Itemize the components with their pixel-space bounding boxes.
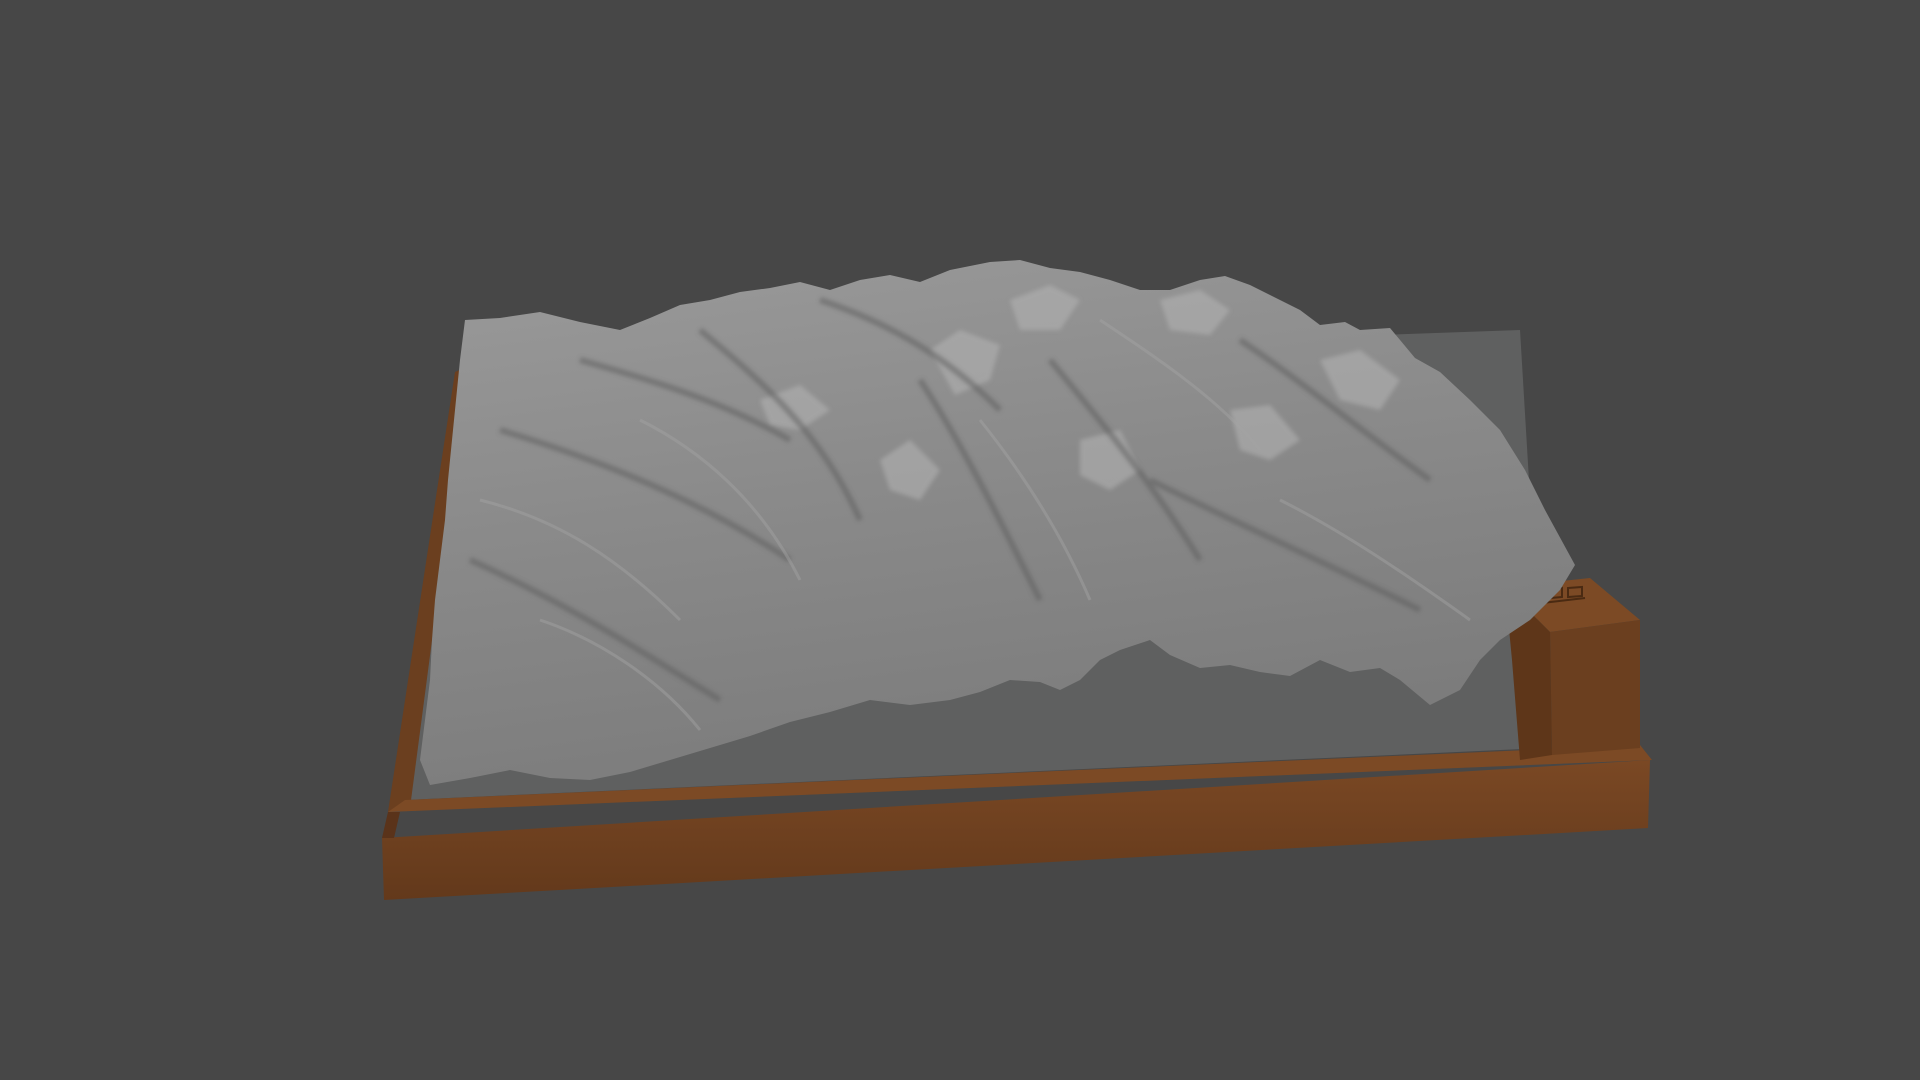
3d-viewport[interactable] — [0, 0, 1920, 1080]
frame-front-side — [382, 812, 400, 838]
terrain-model-render — [382, 260, 1652, 900]
